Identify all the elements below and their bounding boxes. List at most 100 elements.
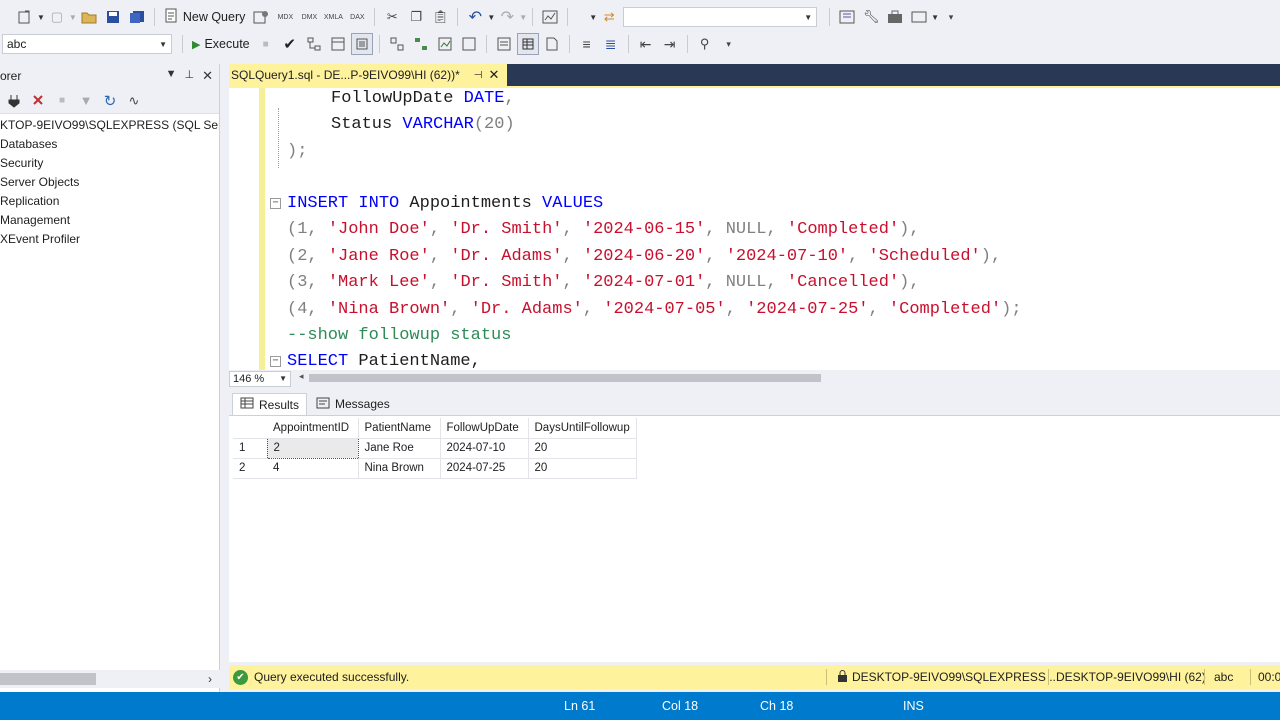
navigate-icon[interactable]: ⇄ xyxy=(598,6,620,28)
column-header[interactable]: PatientName xyxy=(358,418,441,439)
intellisense-icon[interactable] xyxy=(386,33,408,55)
database-select[interactable]: abc ▼ xyxy=(2,34,172,54)
stop-icon[interactable]: ■ xyxy=(255,33,277,55)
grid-cell[interactable]: 20 xyxy=(528,438,637,459)
panel-splitter[interactable] xyxy=(221,64,229,692)
tree-item-databases[interactable]: Databases xyxy=(0,135,219,154)
increase-indent-icon[interactable]: ⇥ xyxy=(659,33,681,55)
scroll-thumb[interactable] xyxy=(0,673,96,685)
chevron-down-icon[interactable]: ▼ xyxy=(589,13,597,22)
filter-icon[interactable]: ▼ xyxy=(77,90,95,112)
object-explorer-tree: KTOP-9EIVO99\SQLEXPRESS (SQL Serve Datab… xyxy=(0,114,219,249)
grid-cell[interactable]: Nina Brown xyxy=(358,458,441,479)
mdx-query-icon[interactable]: MDX xyxy=(274,6,296,28)
grid-cell[interactable]: 2024-07-25 xyxy=(440,458,529,479)
close-icon[interactable]: ✕ xyxy=(488,67,499,83)
grid-cell[interactable]: Jane Roe xyxy=(358,438,441,459)
live-query-stats-icon[interactable] xyxy=(434,33,456,55)
tree-item-management[interactable]: Management xyxy=(0,211,219,230)
new-query-button[interactable]: New Query xyxy=(160,6,250,28)
save-all-icon[interactable] xyxy=(126,6,148,28)
chevron-down-icon[interactable]: ▼ xyxy=(69,13,77,22)
query-options-icon[interactable] xyxy=(350,33,373,55)
properties-wrench-icon[interactable]: 🔧︎ xyxy=(860,6,882,28)
specify-template-values-icon[interactable]: ⚲ xyxy=(694,33,716,55)
tree-item-server-objects[interactable]: Server Objects xyxy=(0,173,219,192)
query-designer-icon[interactable] xyxy=(327,33,349,55)
connect-icon[interactable] xyxy=(5,90,23,112)
chevron-right-icon[interactable]: › xyxy=(208,672,212,686)
chevron-down-icon[interactable]: ▼ xyxy=(37,13,45,22)
comment-lines-icon[interactable]: ≡ xyxy=(576,33,598,55)
disconnect-icon[interactable] xyxy=(29,90,47,112)
pin-icon[interactable]: ⊥ xyxy=(185,68,195,84)
uncomment-lines-icon[interactable]: ≣ xyxy=(600,33,622,55)
row-number[interactable]: 1 xyxy=(233,438,267,459)
display-estimated-plan-icon[interactable] xyxy=(303,33,325,55)
toolbox-icon[interactable] xyxy=(884,6,906,28)
collapse-toggle-icon[interactable]: − xyxy=(270,198,281,209)
tree-item-xevent-profiler[interactable]: XEvent Profiler xyxy=(0,230,219,249)
copy-icon[interactable]: ❐ xyxy=(405,6,427,28)
column-header[interactable]: DaysUntilFollowup xyxy=(528,418,637,439)
undo-icon[interactable]: ↶ xyxy=(464,6,486,28)
tree-item-server[interactable]: KTOP-9EIVO99\SQLEXPRESS (SQL Serve xyxy=(0,116,219,135)
save-icon[interactable] xyxy=(102,6,124,28)
tab-results[interactable]: Results xyxy=(232,393,308,415)
row-number[interactable]: 2 xyxy=(233,458,267,479)
sql-editor[interactable]: FollowUpDate DATE, Status VARCHAR(20) );… xyxy=(229,86,1280,370)
close-icon[interactable]: ✕ xyxy=(202,68,213,84)
column-header[interactable]: AppointmentID xyxy=(267,418,359,439)
chevron-down-icon[interactable]: ▼ xyxy=(519,13,527,22)
execute-button[interactable]: ▶ Execute xyxy=(188,33,254,55)
refresh-icon[interactable]: ↻ xyxy=(101,90,119,112)
solution-explorer-icon[interactable] xyxy=(836,6,858,28)
results-to-text-icon[interactable] xyxy=(493,33,515,55)
tab-messages[interactable]: Messages xyxy=(309,393,397,415)
grid-cell[interactable]: 4 xyxy=(267,458,359,479)
decrease-indent-icon[interactable]: ⇤ xyxy=(635,33,657,55)
chevron-down-icon[interactable]: ▼ xyxy=(487,13,495,22)
open-folder-icon[interactable] xyxy=(78,6,100,28)
cut-icon[interactable]: ✂ xyxy=(381,6,403,28)
dmx-query-icon[interactable]: DMX xyxy=(298,6,320,28)
collapse-toggle-icon[interactable]: − xyxy=(270,356,281,367)
activity-monitor-icon[interactable] xyxy=(539,6,561,28)
tree-item-security[interactable]: Security xyxy=(0,154,219,173)
client-statistics-icon[interactable] xyxy=(458,33,480,55)
column-header[interactable]: FollowUpDate xyxy=(440,418,529,439)
tab-sqlquery1[interactable]: SQLQuery1.sql - DE...P-9EIVO99\HI (62))*… xyxy=(229,64,508,86)
chevron-down-icon[interactable]: ▼ xyxy=(931,13,939,22)
new-project-icon[interactable] xyxy=(14,6,36,28)
editor-hscrollbar[interactable]: ◂ xyxy=(299,371,1279,383)
toolbar-options-icon[interactable]: ▾ xyxy=(940,6,962,28)
zoom-select[interactable]: 146 % ▼ xyxy=(229,370,291,387)
add-item-icon[interactable]: ▢ xyxy=(46,6,68,28)
window-position-icon[interactable]: ▼ xyxy=(166,68,177,84)
object-explorer-hscrollbar[interactable]: › xyxy=(0,670,220,688)
include-actual-plan-icon[interactable] xyxy=(410,33,432,55)
activity-monitor-icon[interactable]: ∿ xyxy=(125,90,143,112)
grid-icon xyxy=(240,397,254,412)
tree-item-replication[interactable]: Replication xyxy=(0,192,219,211)
parse-checkmark-icon[interactable]: ✔ xyxy=(279,33,301,55)
grid-cell-selected[interactable]: 2 xyxy=(266,437,359,459)
grid-corner[interactable] xyxy=(233,418,267,439)
grid-cell[interactable]: 20 xyxy=(528,458,637,479)
stop-icon[interactable]: ■ xyxy=(53,90,71,112)
redo-icon[interactable]: ↷ xyxy=(496,6,518,28)
results-to-file-icon[interactable] xyxy=(541,33,563,55)
dax-query-icon[interactable]: DAX xyxy=(346,6,368,28)
code-line: Status VARCHAR(20) xyxy=(331,115,515,134)
scroll-thumb[interactable] xyxy=(309,374,821,382)
grid-cell[interactable]: 2024-07-10 xyxy=(440,438,529,459)
database-query-icon[interactable] xyxy=(250,6,272,28)
find-combo[interactable]: ▼ xyxy=(623,7,818,27)
paste-icon[interactable]: 📋︎ xyxy=(429,6,451,28)
results-to-grid-icon[interactable] xyxy=(516,33,539,55)
pin-icon[interactable]: ⊣ xyxy=(474,70,483,81)
toolbar-options-icon[interactable]: ▾ xyxy=(718,33,740,55)
xmla-query-icon[interactable]: XMLA xyxy=(322,6,344,28)
window-layout-icon[interactable] xyxy=(908,6,930,28)
chevron-left-icon[interactable]: ◂ xyxy=(299,371,304,382)
